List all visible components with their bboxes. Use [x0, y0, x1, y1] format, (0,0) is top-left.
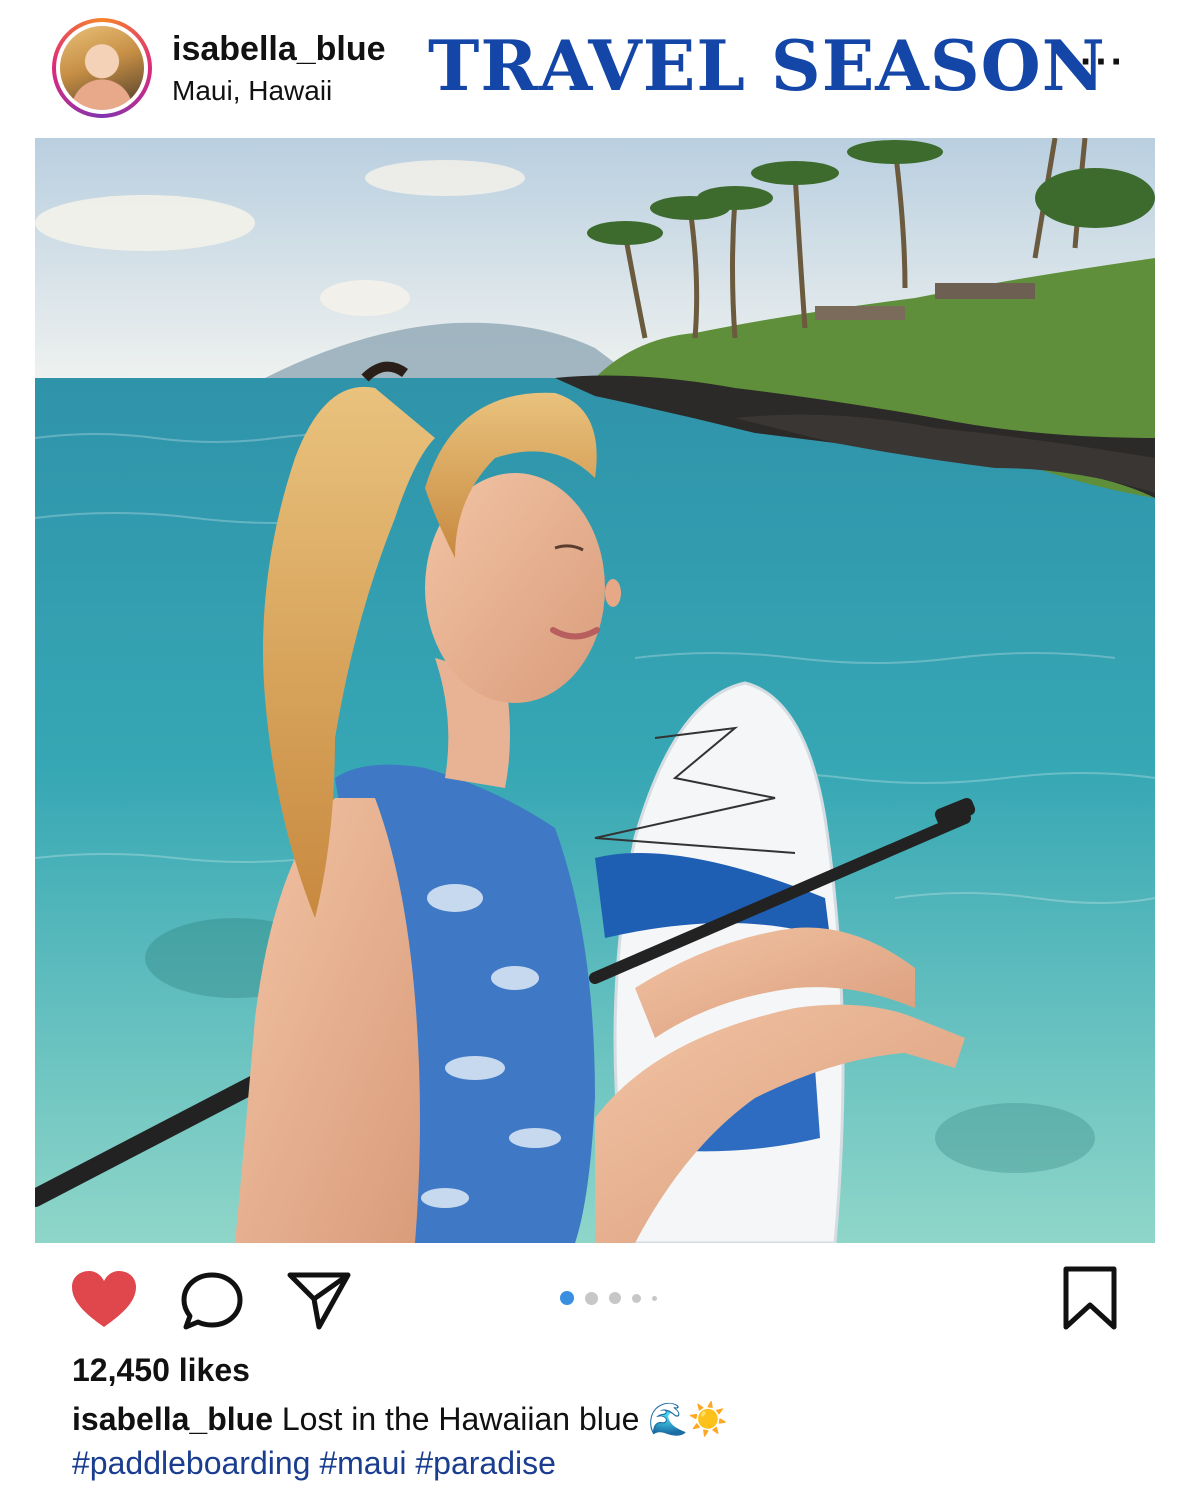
like-count[interactable]: 12,450 likes	[72, 1352, 250, 1389]
post-photo[interactable]	[35, 138, 1155, 1243]
carousel-dot[interactable]	[585, 1291, 598, 1305]
carousel-dot[interactable]	[652, 1295, 657, 1301]
headline: TRAVEL SEASON	[428, 26, 1106, 107]
hashtag[interactable]: #paradise	[415, 1445, 556, 1481]
bookmark-icon[interactable]	[1060, 1265, 1120, 1333]
hashtag[interactable]: #maui	[319, 1445, 406, 1481]
hashtags: #paddleboarding #maui #paradise	[72, 1445, 556, 1482]
caption-text: Lost in the Hawaiian blue 🌊☀️	[281, 1401, 729, 1437]
photo-illustration	[35, 138, 1155, 1243]
avatar-image	[56, 22, 148, 114]
avatar[interactable]	[52, 18, 152, 118]
carousel-indicator	[560, 1290, 657, 1306]
heart-icon[interactable]	[70, 1269, 138, 1331]
location[interactable]: Maui, Hawaii	[172, 75, 332, 107]
caption: isabella_blue Lost in the Hawaiian blue …	[72, 1400, 728, 1438]
post-header: isabella_blue Maui, Hawaii TRAVEL SEASON…	[0, 0, 1189, 138]
more-icon[interactable]: ···	[1080, 40, 1126, 85]
carousel-dot[interactable]	[560, 1291, 574, 1305]
carousel-dot[interactable]	[609, 1292, 621, 1304]
username[interactable]: isabella_blue	[172, 30, 386, 69]
comment-icon[interactable]	[180, 1271, 244, 1331]
carousel-dot[interactable]	[632, 1293, 641, 1303]
caption-username[interactable]: isabella_blue	[72, 1401, 273, 1437]
share-icon[interactable]	[286, 1269, 352, 1331]
hashtag[interactable]: #paddleboarding	[72, 1445, 310, 1481]
